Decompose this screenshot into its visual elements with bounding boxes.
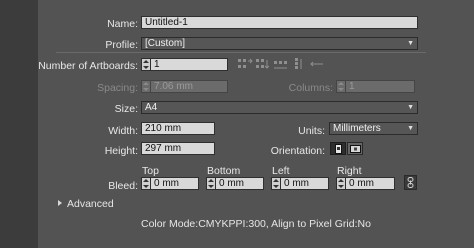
- arrange-by-row-icon[interactable]: [273, 58, 289, 70]
- advanced-toggle[interactable]: Advanced: [58, 198, 114, 210]
- artboards-stepper[interactable]: [141, 58, 150, 71]
- columns-label: Columns:: [288, 82, 333, 94]
- profile-select[interactable]: [Custom] ▼: [141, 37, 418, 50]
- artboards-label: Number of Artboards:: [38, 60, 138, 72]
- document-info-text: Color Mode:CMYKPPI:300, Align to Pixel G…: [141, 218, 371, 230]
- arrange-by-column-icon[interactable]: [291, 58, 307, 70]
- height-label: Height:: [104, 145, 138, 157]
- profile-label: Profile:: [105, 39, 138, 51]
- grid-by-column-icon[interactable]: [255, 58, 271, 70]
- size-select[interactable]: A4 ▼: [141, 101, 418, 114]
- width-label: Width:: [108, 125, 138, 137]
- disclosure-triangle-icon: [58, 200, 62, 206]
- grid-by-row-icon[interactable]: [237, 58, 253, 70]
- landscape-icon[interactable]: [347, 142, 363, 155]
- spacing-input: 7.06 mm: [150, 80, 228, 93]
- bleed-left-input[interactable]: 0 mm: [280, 177, 329, 190]
- bleed-left-label: Left: [272, 165, 290, 177]
- columns-stepper: [336, 80, 345, 93]
- spacing-stepper: [141, 80, 150, 93]
- bleed-bottom-stepper[interactable]: [206, 177, 215, 190]
- units-select[interactable]: Millimeters ▼: [329, 122, 418, 135]
- portrait-icon[interactable]: [330, 142, 346, 155]
- advanced-label: Advanced: [67, 198, 114, 210]
- height-input[interactable]: 297 mm: [141, 142, 215, 155]
- link-icon[interactable]: [404, 175, 417, 190]
- spacing-label: Spacing:: [97, 82, 138, 94]
- rtl-icon[interactable]: [309, 58, 325, 70]
- bleed-right-label: Right: [337, 165, 362, 177]
- section-divider: [56, 52, 426, 53]
- bleed-right-input[interactable]: 0 mm: [345, 177, 395, 190]
- artboards-input[interactable]: 1: [150, 58, 228, 71]
- name-input[interactable]: Untitled-1: [141, 16, 418, 29]
- chevron-down-icon: ▼: [407, 125, 414, 132]
- profile-value: [Custom]: [145, 38, 186, 49]
- columns-input: 1: [345, 80, 415, 93]
- orientation-label: Orientation:: [270, 145, 325, 157]
- units-value: Millimeters: [333, 123, 381, 134]
- units-label: Units:: [298, 125, 325, 137]
- chevron-down-icon: ▼: [407, 40, 414, 47]
- bleed-label: Bleed:: [108, 180, 138, 192]
- bleed-right-stepper[interactable]: [336, 177, 345, 190]
- width-input[interactable]: 210 mm: [141, 122, 215, 135]
- bleed-top-stepper[interactable]: [141, 177, 150, 190]
- bleed-top-label: Top: [142, 165, 159, 177]
- bleed-bottom-input[interactable]: 0 mm: [215, 177, 264, 190]
- bleed-top-input[interactable]: 0 mm: [150, 177, 199, 190]
- window-edge: [0, 0, 38, 248]
- name-label: Name:: [107, 18, 138, 30]
- bleed-left-stepper[interactable]: [271, 177, 280, 190]
- bleed-bottom-label: Bottom: [207, 165, 241, 177]
- chevron-down-icon: ▼: [407, 104, 414, 111]
- size-value: A4: [145, 102, 158, 113]
- size-label: Size:: [114, 103, 138, 115]
